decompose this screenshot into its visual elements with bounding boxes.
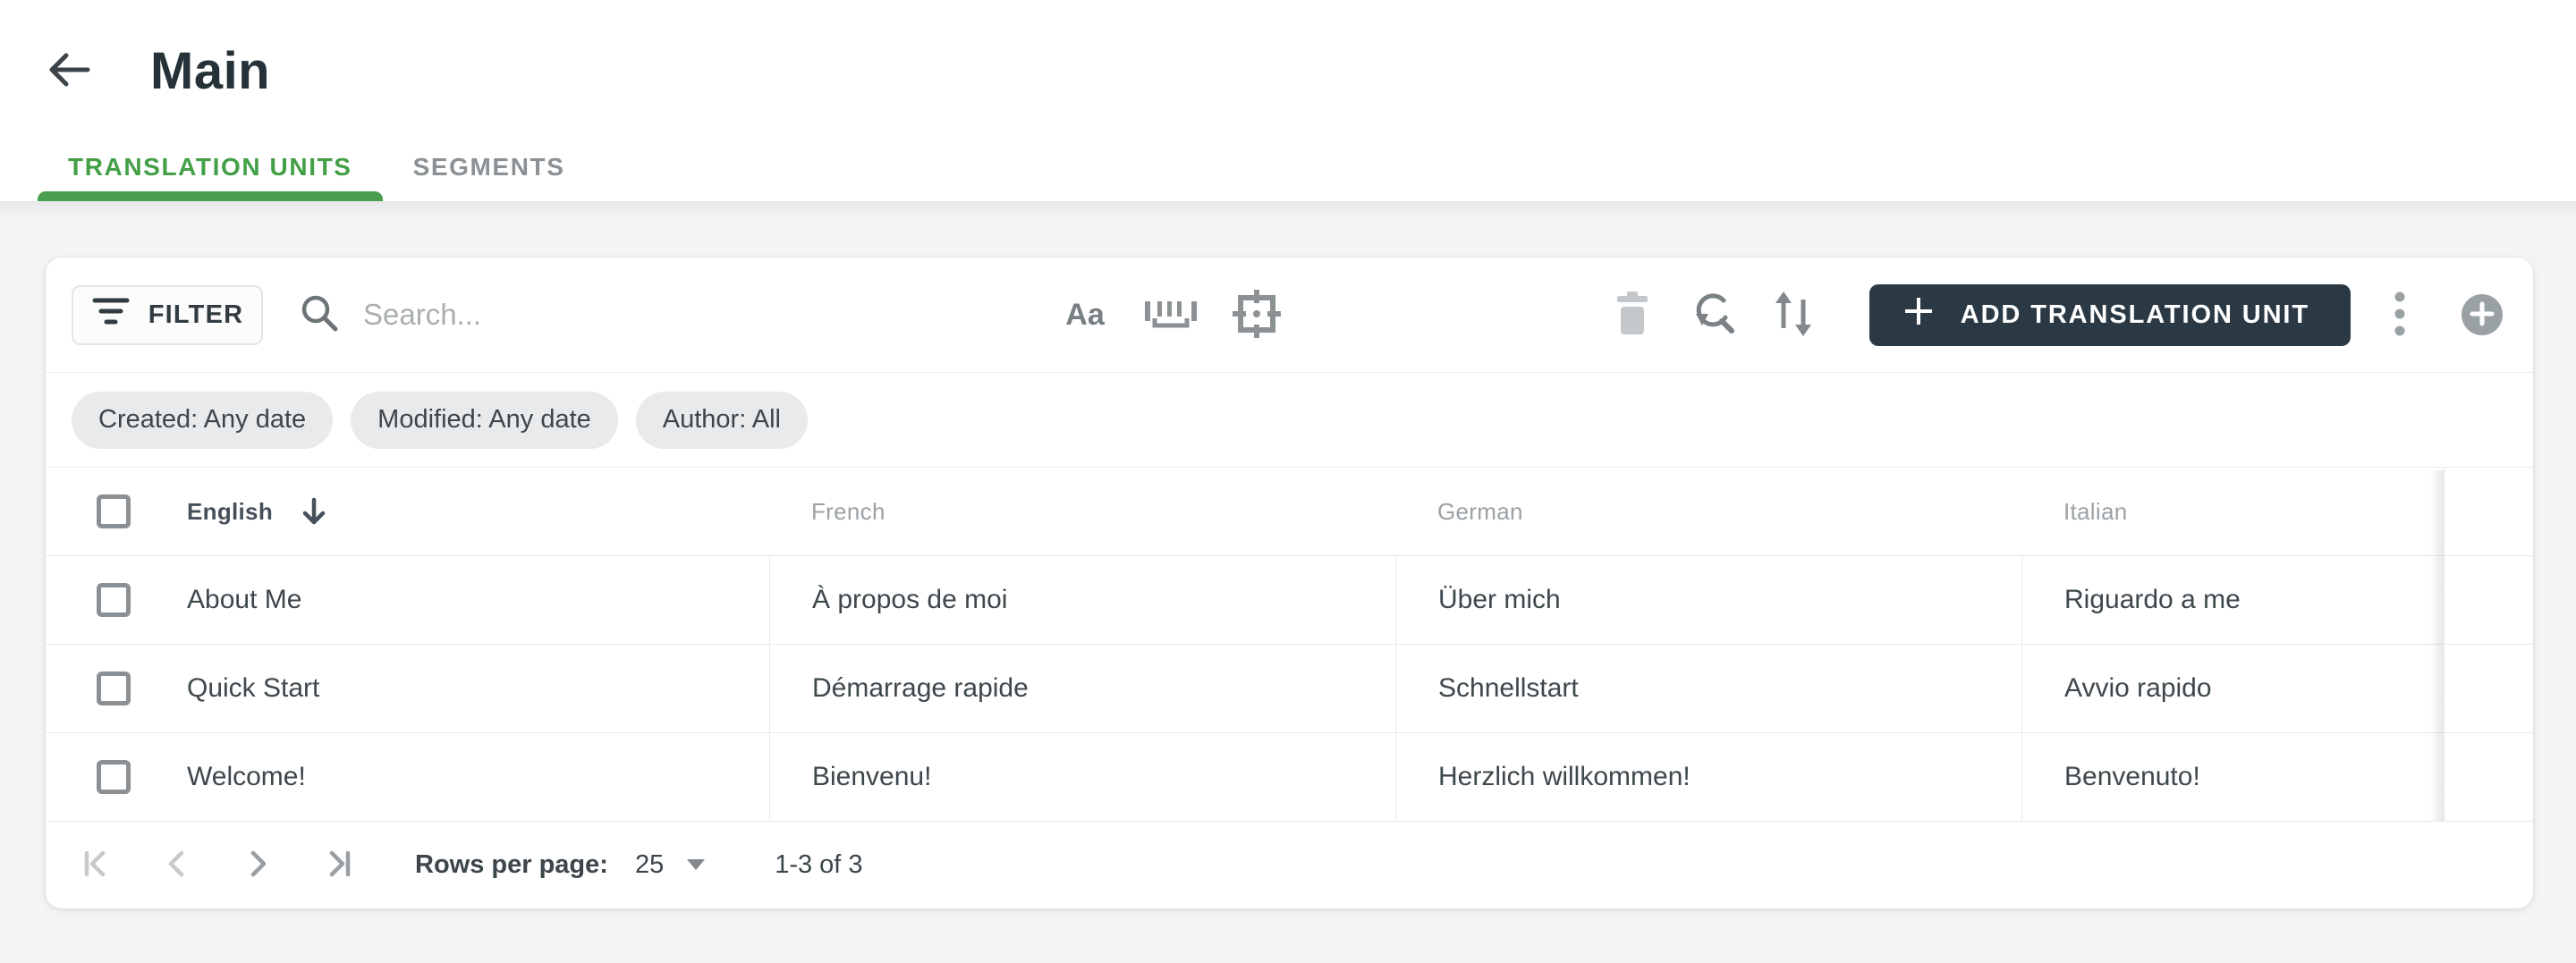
plus-icon [1902, 294, 1936, 335]
selection-frame-icon [1231, 288, 1283, 342]
cell-italian: Benvenuto! [2021, 733, 2444, 821]
page-header: Main [0, 0, 2576, 132]
chevron-left-icon [158, 845, 196, 885]
tab-bar: TRANSLATION UNITS SEGMENTS [0, 132, 2576, 201]
filter-icon [91, 294, 131, 335]
cell-french: À propos de moi [769, 556, 1395, 644]
search-input[interactable] [363, 298, 970, 332]
search-icon [299, 292, 340, 338]
trash-icon [1614, 291, 1651, 339]
tab-translation-units[interactable]: TRANSLATION UNITS [38, 132, 383, 201]
filter-button[interactable]: FILTER [72, 284, 263, 345]
filter-chip-author[interactable]: Author: All [635, 391, 808, 449]
filter-chip-modified[interactable]: Modified: Any date [351, 391, 618, 449]
table-row[interactable]: About Me À propos de moi Über mich Rigua… [46, 555, 2533, 644]
find-replace-button[interactable] [1682, 283, 1744, 346]
last-page-button[interactable] [313, 840, 363, 890]
sort-arrows-icon [1770, 289, 1817, 342]
page-title: Main [150, 41, 271, 100]
filter-chip-created[interactable]: Created: Any date [72, 391, 334, 449]
cell-english: Welcome! [46, 733, 769, 821]
cell-italian: Riguardo a me [2021, 556, 2444, 644]
row-checkbox[interactable] [97, 672, 131, 705]
table-row[interactable]: Welcome! Bienvenu! Herzlich willkommen! … [46, 732, 2533, 821]
whole-word-button[interactable] [1140, 283, 1202, 346]
page: Main TRANSLATION UNITS SEGMENTS FILTER S… [0, 0, 2576, 963]
column-label[interactable]: English [187, 498, 273, 526]
filter-button-label: FILTER [148, 300, 244, 329]
find-replace-icon [1689, 290, 1737, 341]
table-header-row: English French German Italian [46, 468, 2533, 555]
pinned-end-column [2444, 556, 2533, 644]
tab-segments[interactable]: SEGMENTS [383, 132, 596, 201]
cell-english: About Me [46, 556, 769, 644]
sort-button[interactable] [1762, 283, 1825, 346]
row-checkbox[interactable] [97, 760, 131, 794]
toolbar: FILTER Aa [46, 258, 2533, 373]
selection-frame-button[interactable] [1225, 283, 1288, 346]
first-page-button[interactable] [72, 840, 122, 890]
tab-label: SEGMENTS [412, 152, 565, 181]
pinned-end-column [2444, 645, 2533, 732]
table-header-english: English [46, 468, 769, 555]
match-case-button[interactable]: Aa [1054, 283, 1116, 346]
cell-french: Bienvenu! [769, 733, 1395, 821]
table-header-german[interactable]: German [1395, 468, 2021, 555]
pinned-end-column [2444, 733, 2533, 821]
filter-chips-row: Created: Any date Modified: Any date Aut… [46, 373, 2533, 468]
table-header-italian[interactable]: Italian [2021, 468, 2444, 555]
first-page-icon [78, 845, 115, 885]
cell-german: Herzlich willkommen! [1395, 733, 2021, 821]
pagination-range: 1-3 of 3 [775, 849, 863, 879]
select-all-checkbox[interactable] [97, 494, 131, 528]
translation-units-card: FILTER Aa [46, 258, 2533, 908]
row-checkbox[interactable] [97, 583, 131, 617]
cell-english: Quick Start [46, 645, 769, 732]
sort-descending-icon[interactable] [300, 496, 328, 527]
cell-text: About Me [187, 585, 302, 614]
cell-german: Schnellstart [1395, 645, 2021, 732]
cell-french: Démarrage rapide [769, 645, 1395, 732]
dropdown-caret-icon [687, 859, 706, 870]
rows-per-page-label: Rows per page: [415, 849, 608, 879]
cell-italian: Avvio rapido [2021, 645, 2444, 732]
last-page-icon [319, 845, 357, 885]
cell-text: Welcome! [187, 762, 306, 791]
table-row[interactable]: Quick Start Démarrage rapide Schnellstar… [46, 644, 2533, 732]
whole-word-icon [1142, 294, 1199, 336]
add-circle-button[interactable] [2462, 294, 2503, 335]
rows-per-page-value: 25 [634, 849, 665, 879]
plus-circle-icon [2470, 301, 2495, 329]
back-button[interactable] [41, 42, 98, 99]
more-options-button[interactable] [2368, 283, 2431, 346]
cell-german: Über mich [1395, 556, 2021, 644]
previous-page-button[interactable] [152, 840, 202, 890]
delete-button[interactable] [1601, 283, 1664, 346]
add-button-label: ADD TRANSLATION UNIT [1960, 300, 2309, 329]
kebab-menu-icon [2394, 291, 2406, 340]
arrow-left-icon [45, 45, 95, 97]
cell-text: Quick Start [187, 673, 320, 703]
pagination-bar: Rows per page: 25 1-3 of 3 [46, 821, 2533, 908]
search-box [299, 283, 970, 346]
tab-label: TRANSLATION UNITS [68, 152, 352, 181]
pinned-end-column [2444, 468, 2533, 555]
add-translation-unit-button[interactable]: ADD TRANSLATION UNIT [1868, 283, 2351, 346]
content-background: FILTER Aa [0, 201, 2576, 963]
chevron-right-icon [239, 845, 276, 885]
next-page-button[interactable] [233, 840, 283, 890]
rows-per-page-select[interactable]: 25 [634, 849, 706, 880]
table-header-french[interactable]: French [769, 468, 1395, 555]
